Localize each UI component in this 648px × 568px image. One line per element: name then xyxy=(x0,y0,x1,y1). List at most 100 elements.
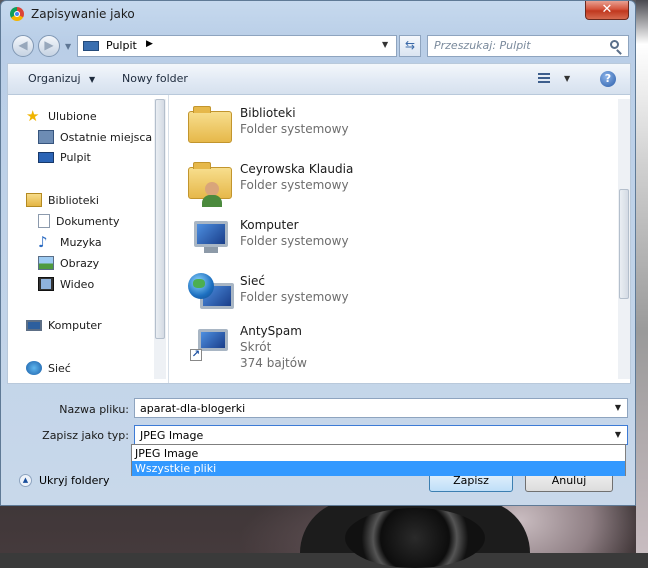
list-item[interactable]: ↗ AntySpam Skrót 374 bajtów xyxy=(178,319,478,379)
sidebar-item-label: Ulubione xyxy=(48,109,97,123)
sidebar-item-label: Pulpit xyxy=(60,151,91,164)
back-button[interactable]: ◀ xyxy=(12,35,34,57)
search-icon[interactable] xyxy=(610,40,619,49)
chevron-down-icon: ▼ xyxy=(89,75,96,84)
hide-folders-button[interactable]: ▲ Ukryj foldery xyxy=(19,474,109,487)
file-type: Folder systemowy xyxy=(240,234,349,248)
file-type-dropdown-list: JPEG Image Wszystkie pliki xyxy=(131,444,626,476)
sidebar-item-music[interactable]: ♪ Muzyka xyxy=(38,233,102,251)
computer-icon xyxy=(188,217,232,257)
sidebar-item-desktop[interactable]: Pulpit xyxy=(38,151,91,164)
sidebar-item-pictures[interactable]: Obrazy xyxy=(38,256,99,270)
scrollbar-thumb[interactable] xyxy=(619,189,629,299)
network-icon xyxy=(188,273,234,313)
background-page-edge xyxy=(636,0,648,553)
close-button[interactable]: ✕ xyxy=(585,1,629,20)
scrollbar-thumb[interactable] xyxy=(155,99,165,339)
sidebar-item-recent-places[interactable]: Ostatnie miejsca xyxy=(38,130,152,144)
sidebar-item-label: Sieć xyxy=(48,361,71,375)
libraries-folder-icon xyxy=(188,106,232,143)
file-type: Folder systemowy xyxy=(240,122,349,136)
address-dropdown-icon[interactable]: ▼ xyxy=(382,40,388,49)
list-item[interactable]: Komputer Folder systemowy xyxy=(178,213,478,261)
title-bar: Zapisywanie jako ✕ xyxy=(1,1,635,29)
sidebar-item-favorites[interactable]: ★ Ulubione xyxy=(26,107,97,125)
file-type: Folder systemowy xyxy=(240,290,349,304)
sidebar-item-label: Komputer xyxy=(48,319,102,332)
address-bar[interactable]: Pulpit ▶ ▼ xyxy=(77,35,397,57)
help-icon[interactable]: ? xyxy=(600,71,616,87)
file-name: Komputer xyxy=(240,218,299,232)
forward-arrow-icon: ▶ xyxy=(44,38,54,52)
list-item[interactable]: Sieć Folder systemowy xyxy=(178,269,478,317)
navigation-pane: ★ Ulubione Ostatnie miejsca Pulpit Bibli… xyxy=(8,95,156,383)
command-bar: Organizuj ▼ Nowy folder ▼ ? xyxy=(7,63,631,95)
file-size: 374 bajtów xyxy=(240,356,307,370)
file-name: AntySpam xyxy=(240,324,302,338)
music-icon: ♪ xyxy=(38,233,48,251)
file-type: Folder systemowy xyxy=(240,178,349,192)
chevron-up-icon: ▲ xyxy=(19,474,32,487)
file-type-label: Zapisz jako typ: xyxy=(42,429,129,442)
background-camera-lens xyxy=(345,508,485,568)
forward-button[interactable]: ▶ xyxy=(38,35,60,57)
filename-label: Nazwa pliku: xyxy=(59,403,129,416)
file-name: Biblioteki xyxy=(240,106,296,120)
search-input[interactable]: Przeszukaj: Pulpit xyxy=(434,39,531,52)
view-dropdown-icon[interactable]: ▼ xyxy=(564,74,570,83)
desktop-icon xyxy=(38,152,54,163)
chevron-down-icon[interactable]: ▼ xyxy=(615,430,621,439)
file-type: Skrót xyxy=(240,340,272,354)
navigation-scrollbar[interactable] xyxy=(154,99,166,379)
computer-icon xyxy=(26,320,42,331)
recent-locations-dropdown[interactable]: ▼ xyxy=(65,42,71,51)
file-type-value[interactable]: JPEG Image xyxy=(140,429,203,442)
recent-places-icon xyxy=(38,130,54,144)
sidebar-item-documents[interactable]: Dokumenty xyxy=(38,214,119,228)
chrome-icon xyxy=(10,7,24,21)
breadcrumb-chevron-icon[interactable]: ▶ xyxy=(146,39,153,49)
hide-folders-label: Ukryj foldery xyxy=(39,474,110,487)
network-icon xyxy=(26,361,42,375)
save-as-dialog: Zapisywanie jako ✕ ◀ ▶ ▼ Pulpit ▶ ▼ ⇆ Pr… xyxy=(0,0,636,506)
file-name: Ceyrowska Klaudia xyxy=(240,162,354,176)
filename-value[interactable]: aparat-dla-blogerki xyxy=(140,402,245,415)
browser-panes: ★ Ulubione Ostatnie miejsca Pulpit Bibli… xyxy=(7,95,631,384)
sidebar-item-computer[interactable]: Komputer xyxy=(26,319,102,332)
organize-menu-button[interactable]: Organizuj ▼ xyxy=(28,72,95,85)
back-arrow-icon: ◀ xyxy=(18,38,28,52)
video-icon xyxy=(38,277,54,291)
shortcut-icon: ↗ xyxy=(188,323,232,363)
filename-field[interactable]: aparat-dla-blogerki ▼ xyxy=(134,398,628,418)
sidebar-item-libraries[interactable]: Biblioteki xyxy=(26,193,99,207)
sidebar-item-video[interactable]: Wideo xyxy=(38,277,94,291)
refresh-button[interactable]: ⇆ xyxy=(399,35,421,57)
file-list-scrollbar[interactable] xyxy=(618,99,630,379)
chevron-down-icon[interactable]: ▼ xyxy=(615,403,621,412)
list-item[interactable]: Ceyrowska Klaudia Folder systemowy xyxy=(178,157,478,207)
sidebar-item-label: Dokumenty xyxy=(56,214,120,228)
libraries-icon xyxy=(26,193,42,207)
file-name: Sieć xyxy=(240,274,265,288)
file-list: Biblioteki Folder systemowy Ceyrowska Kl… xyxy=(178,95,608,383)
list-item[interactable]: Biblioteki Folder systemowy xyxy=(178,101,478,149)
pane-splitter[interactable] xyxy=(168,95,169,383)
window-title: Zapisywanie jako xyxy=(31,7,135,21)
view-options-icon[interactable] xyxy=(538,73,550,85)
file-type-select[interactable]: JPEG Image ▼ xyxy=(134,425,628,445)
search-box[interactable]: Przeszukaj: Pulpit xyxy=(427,35,629,57)
sidebar-item-label: Biblioteki xyxy=(48,193,99,207)
sidebar-item-label: Ostatnie miejsca xyxy=(60,130,153,144)
file-type-option-selected[interactable]: Wszystkie pliki xyxy=(132,461,625,476)
organize-label: Organizuj xyxy=(28,72,81,85)
address-location[interactable]: Pulpit xyxy=(106,39,137,52)
documents-icon xyxy=(38,214,50,228)
star-icon: ★ xyxy=(26,107,40,125)
refresh-icon: ⇆ xyxy=(404,38,416,52)
new-folder-button[interactable]: Nowy folder xyxy=(122,72,188,85)
sidebar-item-network[interactable]: Sieć xyxy=(26,361,71,375)
file-type-option[interactable]: JPEG Image xyxy=(132,446,625,461)
pictures-icon xyxy=(38,256,54,270)
sidebar-item-label: Wideo xyxy=(60,277,95,291)
sidebar-item-label: Obrazy xyxy=(60,256,100,270)
